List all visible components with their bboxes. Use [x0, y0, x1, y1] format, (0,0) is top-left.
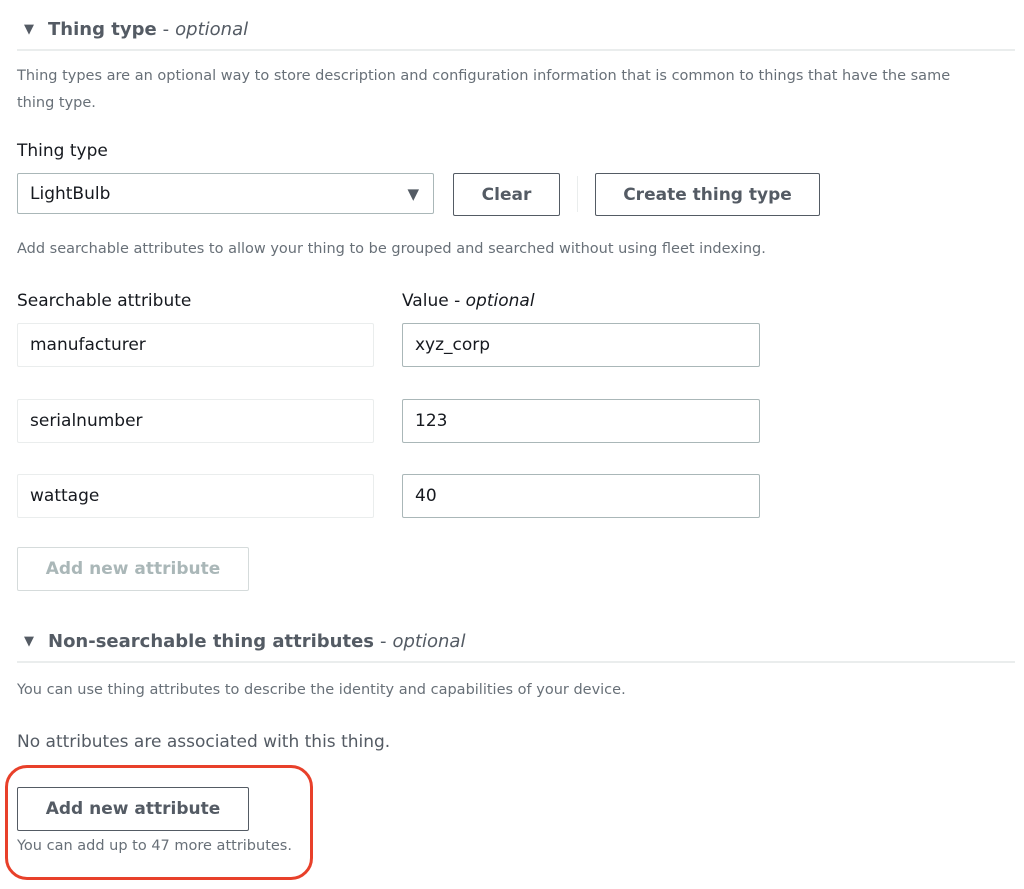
attribute-value: 123: [415, 411, 448, 431]
value-label-text: Value: [402, 291, 449, 311]
attribute-name-field: manufacturer: [17, 323, 374, 367]
dropdown-arrow-icon[interactable]: ▼: [407, 185, 419, 203]
add-new-attribute-button[interactable]: Add new attribute: [17, 787, 249, 831]
thing-type-section-header[interactable]: ▼ Thing type - optional: [24, 17, 248, 41]
value-label: Value - optional: [402, 291, 535, 311]
section-divider: [17, 661, 1015, 663]
attribute-name-field: serialnumber: [17, 399, 374, 443]
caret-down-icon[interactable]: ▼: [24, 22, 34, 37]
optional-label: optional: [392, 630, 466, 652]
searchable-attributes-help: Add searchable attributes to allow your …: [17, 241, 766, 257]
description-line: thing type.: [17, 95, 96, 111]
selected-value: LightBulb: [30, 183, 111, 204]
attribute-value-input[interactable]: 40: [402, 474, 760, 518]
non-searchable-description: You can use thing attributes to describe…: [17, 682, 626, 698]
attribute-name-field: wattage: [17, 474, 374, 518]
searchable-attribute-label: Searchable attribute: [17, 291, 192, 311]
add-searchable-attribute-button-disabled: Add new attribute: [17, 547, 249, 591]
title-separator: -: [162, 18, 170, 40]
caret-down-icon[interactable]: ▼: [24, 634, 34, 649]
attribute-value-input[interactable]: xyz_corp: [402, 323, 760, 367]
section-title: Thing type: [48, 18, 157, 40]
attribute-value: xyz_corp: [415, 335, 491, 355]
description-line: Thing types are an optional way to store…: [17, 68, 951, 84]
attribute-value: 40: [415, 486, 437, 506]
section-divider: [17, 49, 1015, 51]
non-searchable-section-header[interactable]: ▼ Non-searchable thing attributes - opti…: [24, 629, 465, 653]
title-separator: -: [380, 630, 387, 652]
thing-type-select[interactable]: LightBulb ▼: [17, 173, 434, 214]
attribute-name: wattage: [30, 486, 100, 506]
empty-attributes-message: No attributes are associated with this t…: [17, 732, 391, 752]
optional-label: optional: [175, 18, 249, 40]
value-optional-label: optional: [465, 291, 535, 311]
thing-type-description: Thing types are an optional way to store…: [17, 63, 950, 117]
attribute-name: manufacturer: [30, 335, 146, 355]
attribute-value-input[interactable]: 123: [402, 399, 760, 443]
value-label-separator: -: [454, 291, 461, 311]
create-thing-type-button[interactable]: Create thing type: [595, 173, 820, 216]
button-separator: [577, 176, 578, 212]
thing-type-label: Thing type: [17, 141, 108, 161]
attribute-name: serialnumber: [30, 411, 143, 431]
clear-button[interactable]: Clear: [453, 173, 560, 216]
section-title: Non-searchable thing attributes: [48, 630, 375, 652]
attribute-limit-text: You can add up to 47 more attributes.: [17, 838, 292, 854]
